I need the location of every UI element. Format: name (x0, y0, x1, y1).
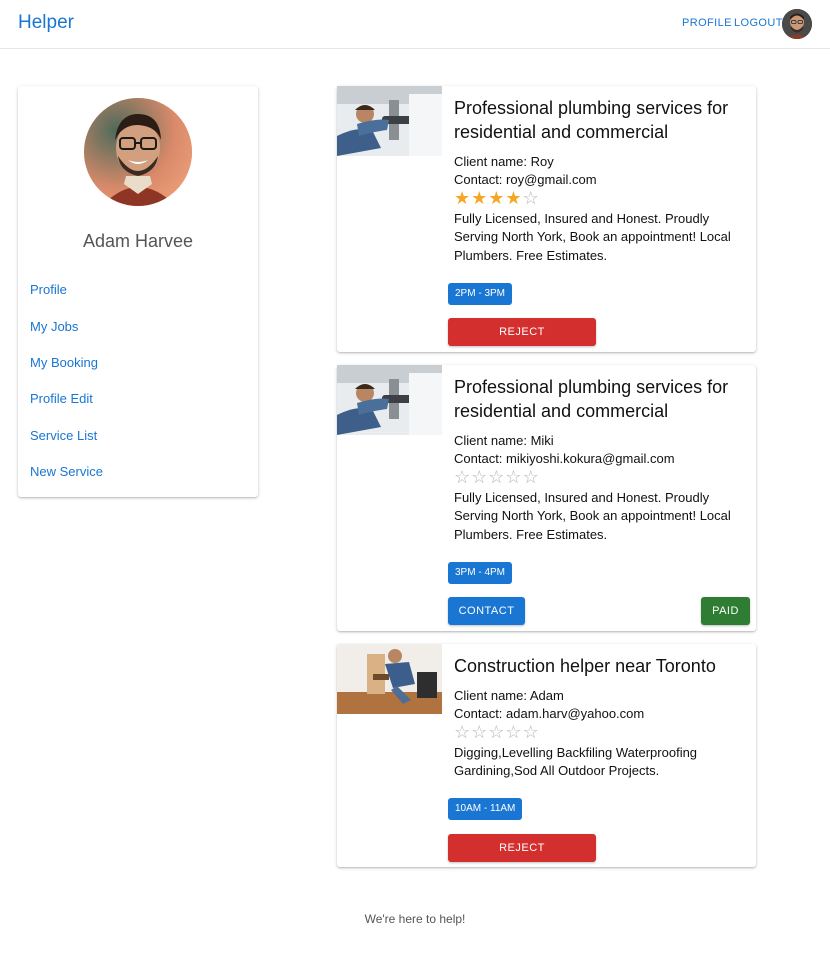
star-empty-icon[interactable]: ☆ (505, 722, 522, 742)
star-empty-icon[interactable]: ☆ (488, 722, 505, 742)
client-name: Client name: Adam (454, 688, 564, 703)
job-card: Professional plumbing services for resid… (337, 86, 756, 352)
star-empty-icon[interactable]: ☆ (454, 467, 471, 487)
job-title: Professional plumbing services for resid… (454, 377, 729, 421)
plumbing-photo (337, 365, 442, 435)
rating-stars[interactable]: ☆☆☆☆☆ (454, 467, 540, 488)
client-contact: Contact: adam.harv@yahoo.com (454, 706, 645, 721)
sidebar-item-my-booking[interactable]: My Booking (30, 355, 98, 370)
user-avatar-icon[interactable] (782, 9, 812, 39)
star-empty-icon[interactable]: ☆ (523, 722, 540, 742)
star-filled-icon[interactable]: ★ (454, 188, 471, 208)
job-title: Construction helper near Toronto (454, 656, 716, 676)
star-empty-icon[interactable]: ☆ (523, 188, 540, 208)
plumbing-photo (337, 86, 442, 156)
sidebar-item-new-service[interactable]: New Service (30, 464, 103, 479)
profile-avatar-icon (84, 98, 192, 206)
client-contact: Contact: mikiyoshi.kokura@gmail.com (454, 451, 675, 466)
contact-button[interactable]: CONTACT (448, 597, 525, 625)
profile-sidebar: Adam Harvee Profile My Jobs My Booking P… (18, 86, 258, 497)
footer-tagline: We're here to help! (364, 912, 466, 926)
paid-button[interactable]: PAID (701, 597, 750, 625)
job-description: Fully Licensed, Insured and Honest. Prou… (454, 490, 731, 542)
star-filled-icon[interactable]: ★ (471, 188, 488, 208)
rating-stars[interactable]: ☆☆☆☆☆ (454, 722, 540, 743)
job-card: Construction helper near Toronto Client … (337, 644, 756, 867)
client-name: Client name: Roy (454, 154, 554, 169)
client-contact: Contact: roy@gmail.com (454, 172, 597, 187)
job-description: Digging,Levelling Backfiling Waterproofi… (454, 745, 698, 779)
rating-stars[interactable]: ★★★★☆ (454, 188, 540, 209)
sidebar-item-profile-edit[interactable]: Profile Edit (30, 391, 93, 406)
sidebar-item-service-list[interactable]: Service List (30, 428, 97, 443)
profile-name: Adam Harvee (82, 231, 194, 251)
job-title: Professional plumbing services for resid… (454, 98, 729, 142)
profile-link[interactable]: PROFILE (682, 17, 732, 29)
star-filled-icon[interactable]: ★ (505, 188, 522, 208)
job-description: Fully Licensed, Insured and Honest. Prou… (454, 211, 731, 263)
star-empty-icon[interactable]: ☆ (488, 467, 505, 487)
star-empty-icon[interactable]: ☆ (471, 722, 488, 742)
reject-button[interactable]: REJECT (448, 834, 596, 862)
time-slot-badge: 2PM - 3PM (448, 283, 513, 305)
star-empty-icon[interactable]: ☆ (505, 467, 522, 487)
time-slot-badge: 10AM - 11AM (448, 798, 523, 820)
time-slot-badge: 3PM - 4PM (448, 562, 513, 584)
logout-link[interactable]: LOGOUT (734, 17, 783, 29)
star-empty-icon[interactable]: ☆ (523, 467, 540, 487)
job-card: Professional plumbing services for resid… (337, 365, 756, 631)
client-name: Client name: Miki (454, 433, 554, 448)
reject-button[interactable]: REJECT (448, 318, 596, 346)
construction-photo (337, 644, 442, 714)
star-empty-icon[interactable]: ☆ (471, 467, 488, 487)
star-filled-icon[interactable]: ★ (488, 188, 505, 208)
star-empty-icon[interactable]: ☆ (454, 722, 471, 742)
sidebar-item-my-jobs[interactable]: My Jobs (30, 319, 78, 334)
sidebar-item-profile[interactable]: Profile (30, 282, 67, 297)
brand-logo[interactable]: Helper (18, 12, 74, 34)
app-header: Helper PROFILE LOGOUT (0, 0, 830, 49)
